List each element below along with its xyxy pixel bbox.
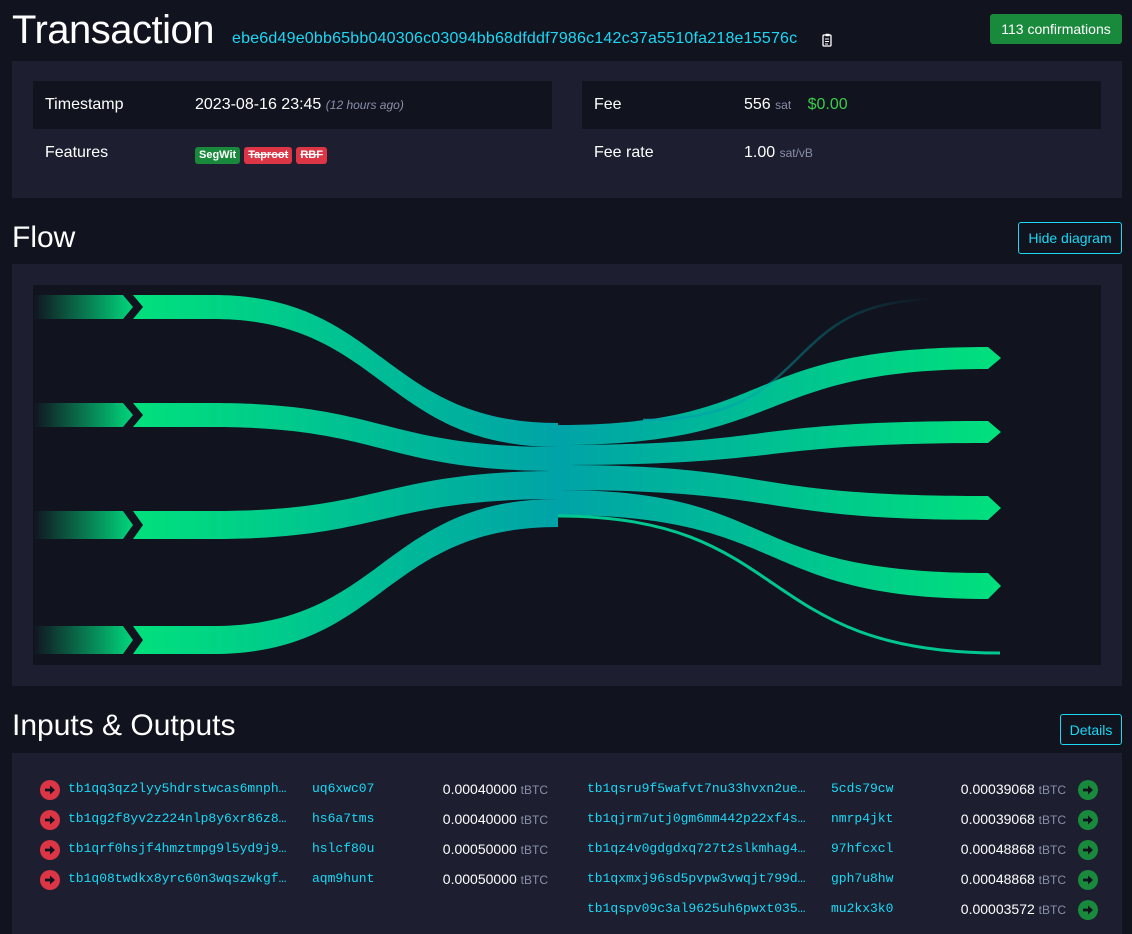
- summary-panel: Timestamp 2023-08-16 23:45 (12 hours ago…: [12, 61, 1122, 198]
- fee-unit: sat: [775, 98, 792, 112]
- output-arrow-icon[interactable]: [1078, 780, 1098, 800]
- page-title: Transaction: [12, 8, 215, 52]
- amount-number: 0.00039068: [960, 781, 1035, 797]
- amount-value: 0.00048868 tBTC: [961, 871, 1066, 887]
- fee-amount: 556: [744, 96, 771, 113]
- feerate-amount: 1.00: [744, 144, 776, 161]
- timestamp-value: 2023-08-16 23:45 (12 hours ago): [195, 96, 404, 114]
- amount-number: 0.00050000: [442, 871, 517, 887]
- address-link[interactable]: tb1qq3qz2lyy5hdrstwcas6mnph…: [68, 781, 286, 796]
- address-link[interactable]: tb1qg2f8yv2z224nlp8y6xr86z8…: [68, 811, 286, 826]
- feerate-row: Fee rate 1.00 sat/vB: [582, 129, 1101, 177]
- address-link-end[interactable]: 5cds79cw: [831, 781, 893, 796]
- address-link[interactable]: tb1qrf0hsjf4hmztmpg9l5yd9j9…: [68, 841, 286, 856]
- amount-unit: tBTC: [520, 873, 548, 887]
- address-link[interactable]: tb1qxmxj96sd5pvpw3vwqjt799d…: [587, 871, 805, 886]
- amount-number: 0.00040000: [442, 811, 517, 827]
- timestamp-date: 2023-08-16 23:45: [195, 96, 322, 113]
- amount-unit: tBTC: [520, 783, 548, 797]
- input-flow-stub: [33, 626, 133, 654]
- amount-value: 0.00040000 tBTC: [443, 811, 548, 827]
- input-arrow-icon[interactable]: [40, 870, 60, 890]
- amount-number: 0.00048868: [960, 841, 1035, 857]
- amount-number: 0.00003572: [960, 901, 1035, 917]
- input-flow-stub: [33, 511, 133, 539]
- feature-badge-taproot[interactable]: Taproot: [244, 147, 293, 164]
- amount-unit: tBTC: [520, 813, 548, 827]
- features-row: Features SegWit Taproot RBF: [33, 129, 552, 177]
- output-arrow-icon[interactable]: [1078, 810, 1098, 830]
- details-button[interactable]: Details: [1060, 714, 1122, 745]
- address-link[interactable]: tb1qjrm7utj0gm6mm442p22xf4s…: [587, 811, 805, 826]
- amount-number: 0.00050000: [442, 841, 517, 857]
- amount-value: 0.00040000 tBTC: [443, 781, 548, 797]
- address-link-end[interactable]: mu2kx3k0: [831, 901, 893, 916]
- input-arrow-icon[interactable]: [40, 810, 60, 830]
- amount-number: 0.00039068: [960, 811, 1035, 827]
- output-arrow-icon[interactable]: [1078, 870, 1098, 890]
- fee-value: 556 sat $0.00: [744, 96, 848, 114]
- features-badges: SegWit Taproot RBF: [195, 146, 331, 164]
- timestamp-row: Timestamp 2023-08-16 23:45 (12 hours ago…: [33, 81, 552, 129]
- input-flow-stub: [33, 403, 133, 427]
- feerate-label: Fee rate: [594, 144, 654, 161]
- address-link-end[interactable]: hs6a7tms: [312, 811, 374, 826]
- output-arrow-icon[interactable]: [1078, 840, 1098, 860]
- address-link-end[interactable]: gph7u8hw: [831, 871, 893, 886]
- feerate-value: 1.00 sat/vB: [744, 144, 813, 162]
- address-link[interactable]: tb1qspv09c3al9625uh6pwxt035…: [587, 901, 805, 916]
- amount-number: 0.00040000: [442, 781, 517, 797]
- amount-value: 0.00003572 tBTC: [961, 901, 1066, 917]
- amount-number: 0.00048868: [960, 871, 1035, 887]
- amount-value: 0.00048868 tBTC: [961, 841, 1066, 857]
- input-flow-stub: [33, 295, 133, 319]
- amount-unit: tBTC: [1038, 903, 1066, 917]
- io-title: Inputs & Outputs: [12, 709, 236, 742]
- amount-value: 0.00039068 tBTC: [961, 781, 1066, 797]
- address-link-end[interactable]: aqm9hunt: [312, 871, 374, 886]
- amount-unit: tBTC: [1038, 873, 1066, 887]
- input-arrow-icon[interactable]: [40, 840, 60, 860]
- amount-unit: tBTC: [1038, 783, 1066, 797]
- confirmations-badge: 113 confirmations: [990, 14, 1122, 44]
- timestamp-label: Timestamp: [45, 96, 124, 113]
- amount-unit: tBTC: [1038, 843, 1066, 857]
- flow-title: Flow: [12, 221, 76, 254]
- features-label: Features: [45, 144, 109, 161]
- address-link-end[interactable]: hslcf80u: [312, 841, 374, 856]
- feature-badge-rbf[interactable]: RBF: [296, 147, 327, 164]
- address-link-end[interactable]: 97hfcxcl: [831, 841, 893, 856]
- amount-value: 0.00039068 tBTC: [961, 811, 1066, 827]
- fee-row: Fee 556 sat $0.00: [582, 81, 1101, 129]
- hide-diagram-button[interactable]: Hide diagram: [1018, 222, 1122, 254]
- amount-unit: tBTC: [1038, 813, 1066, 827]
- txid-link[interactable]: ebe6d49e0bb65bb040306c03094bb68dfddf7986…: [232, 30, 797, 48]
- input-arrow-icon[interactable]: [40, 780, 60, 800]
- address-link[interactable]: tb1q08twdkx8yrc60n3wqszwkgf…: [68, 871, 286, 886]
- amount-value: 0.00050000 tBTC: [443, 871, 548, 887]
- address-link-end[interactable]: nmrp4jkt: [831, 811, 893, 826]
- amount-value: 0.00050000 tBTC: [443, 841, 548, 857]
- flow-diagram[interactable]: [33, 285, 1101, 665]
- address-link[interactable]: tb1qz4v0gdgdxq727t2slkmhag4…: [587, 841, 805, 856]
- copy-icon[interactable]: [822, 33, 834, 47]
- fee-label: Fee: [594, 96, 622, 113]
- address-link[interactable]: tb1qsru9f5wafvt7nu33hvxn2ue…: [587, 781, 805, 796]
- address-link-end[interactable]: uq6xwc07: [312, 781, 374, 796]
- fee-fiat: $0.00: [807, 96, 848, 113]
- amount-unit: tBTC: [520, 843, 548, 857]
- feature-badge-segwit[interactable]: SegWit: [195, 147, 241, 164]
- feerate-unit: sat/vB: [779, 146, 813, 160]
- timestamp-ago: (12 hours ago): [325, 98, 404, 112]
- output-arrow-icon[interactable]: [1078, 900, 1098, 920]
